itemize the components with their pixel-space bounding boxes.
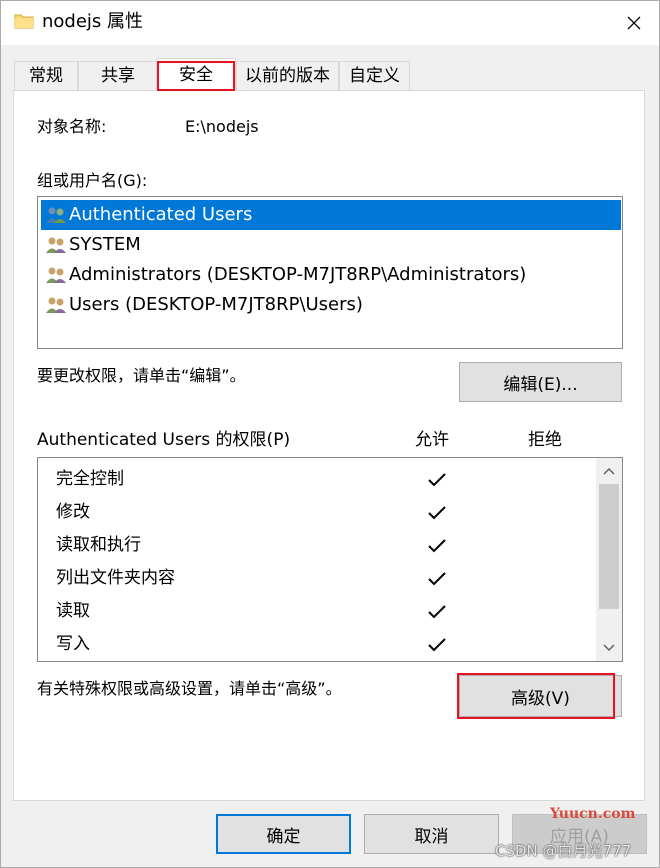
list-item[interactable]: Administrators (DESKTOP-M7JT8RP\Administ… bbox=[41, 260, 623, 290]
group-name: Administrators (DESKTOP-M7JT8RP\Administ… bbox=[69, 264, 527, 285]
permission-row: 读取 bbox=[56, 595, 596, 628]
permissions-scrollbar[interactable] bbox=[596, 458, 622, 661]
group-name: Authenticated Users bbox=[69, 204, 253, 225]
permission-row: 写入 bbox=[56, 628, 596, 661]
permission-name: 修改 bbox=[56, 502, 90, 522]
list-item[interactable]: SYSTEM bbox=[41, 230, 623, 260]
window-title: nodejs 属性 bbox=[42, 11, 144, 32]
object-name-label: 对象名称: bbox=[37, 117, 107, 136]
allow-header: 允许 bbox=[415, 430, 449, 450]
check-icon bbox=[428, 605, 446, 619]
groups-label: 组或用户名(G): bbox=[37, 171, 148, 190]
tab-customize[interactable]: 自定义 bbox=[339, 61, 410, 90]
scroll-up-button[interactable] bbox=[596, 458, 622, 484]
permission-row: 修改 bbox=[56, 496, 596, 529]
check-icon bbox=[428, 506, 446, 520]
permissions-list[interactable]: 完全控制 修改 读取和执行 列出文件夹内容 读取 写入 bbox=[37, 457, 623, 662]
permission-name: 列出文件夹内容 bbox=[56, 568, 175, 588]
users-icon bbox=[46, 267, 66, 283]
ok-button[interactable]: 确定 bbox=[216, 814, 351, 854]
chevron-down-icon bbox=[603, 644, 615, 652]
advanced-button-highlight bbox=[457, 673, 615, 719]
edit-hint: 要更改权限，请单击“编辑”。 bbox=[37, 366, 246, 385]
permissions-label: Authenticated Users 的权限(P) bbox=[37, 430, 291, 450]
permission-name: 写入 bbox=[56, 634, 90, 654]
users-icon bbox=[46, 207, 66, 223]
chevron-up-icon bbox=[603, 467, 615, 475]
permission-name: 完全控制 bbox=[56, 469, 124, 489]
group-user-list[interactable]: Authenticated Users SYSTEM Administrator… bbox=[37, 196, 623, 349]
site-watermark: Yuucn.com bbox=[550, 806, 636, 822]
tab-general[interactable]: 常规 bbox=[14, 61, 78, 90]
group-name: Users (DESKTOP-M7JT8RP\Users) bbox=[69, 294, 363, 315]
permission-row: 列出文件夹内容 bbox=[56, 562, 596, 595]
permission-name: 读取和执行 bbox=[56, 535, 141, 555]
scroll-down-button[interactable] bbox=[596, 635, 622, 661]
folder-icon bbox=[14, 14, 34, 29]
tab-previous-versions[interactable]: 以前的版本 bbox=[236, 61, 339, 90]
object-name-value: E:\nodejs bbox=[185, 117, 259, 136]
author-watermark: CSDN @白月光777 bbox=[495, 842, 632, 860]
edit-button[interactable]: 编辑(E)... bbox=[459, 362, 622, 402]
security-tab-highlight bbox=[157, 61, 235, 91]
group-name: SYSTEM bbox=[69, 234, 141, 255]
permission-name: 读取 bbox=[56, 601, 90, 621]
advanced-hint: 有关特殊权限或高级设置，请单击“高级”。 bbox=[37, 679, 342, 698]
check-icon bbox=[428, 638, 446, 652]
scroll-thumb[interactable] bbox=[599, 484, 619, 609]
permission-row: 读取和执行 bbox=[56, 529, 596, 562]
users-icon bbox=[46, 237, 66, 253]
check-icon bbox=[428, 473, 446, 487]
check-icon bbox=[428, 539, 446, 553]
close-button[interactable] bbox=[612, 6, 656, 40]
list-item[interactable]: Authenticated Users bbox=[41, 200, 621, 230]
users-icon bbox=[46, 297, 66, 313]
deny-header: 拒绝 bbox=[528, 430, 562, 450]
cancel-button[interactable]: 取消 bbox=[364, 814, 499, 854]
permission-row: 完全控制 bbox=[56, 463, 596, 496]
list-item[interactable]: Users (DESKTOP-M7JT8RP\Users) bbox=[41, 290, 623, 320]
check-icon bbox=[428, 572, 446, 586]
close-icon bbox=[627, 16, 641, 30]
tab-sharing[interactable]: 共享 bbox=[78, 61, 158, 90]
